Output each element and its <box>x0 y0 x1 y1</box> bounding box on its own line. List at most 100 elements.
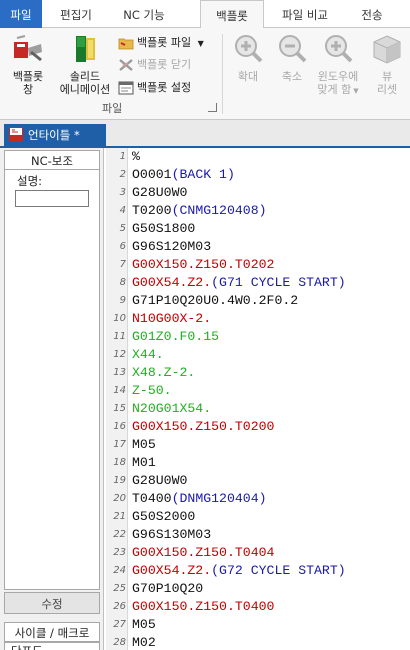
code-line[interactable]: 6 G96S120M03 <box>120 238 410 256</box>
ribbon-panel: 백플롯 창 솔리드 에니메이션 백플롯 파일 ▼ 백플롯 닫기 백플롯 설정 파… <box>0 28 410 120</box>
code-token: G00X150.Z150.T0400 <box>132 599 275 614</box>
code-line[interactable]: 17 M05 <box>113 436 410 454</box>
code-line[interactable]: 25 G70P10Q20 <box>113 580 410 598</box>
code-line[interactable]: 11 G01Z0.F0.15 <box>113 328 410 346</box>
fit-window-label-1: 윈도우에 <box>317 70 359 83</box>
code-token: % <box>132 149 140 164</box>
tab-file[interactable]: 파일 <box>0 0 42 28</box>
code-line[interactable]: 23 G00X150.Z150.T0404 <box>113 544 410 562</box>
code-token: G00X150.Z150.T0404 <box>132 545 275 560</box>
backplot-file-menu[interactable]: 백플롯 파일 ▼ <box>118 33 204 53</box>
backplot-close-button[interactable]: 백플롯 닫기 <box>118 55 191 75</box>
code-line[interactable]: 16 G00X150.Z150.T0200 <box>113 418 410 436</box>
code-line[interactable]: 4 T0200(CNMG120408) <box>120 202 410 220</box>
nc-code-editor[interactable]: 1% 2 O0001(BACK 1) 3 G28U0W0 4 T0200(CNMG12040… <box>106 148 410 650</box>
solid-animation-button[interactable]: 솔리드 에니메이션 <box>54 32 116 96</box>
dropdown-arrow-icon: ▼ <box>197 39 204 48</box>
code-line[interactable]: 2 O0001(BACK 1) <box>120 166 410 184</box>
fit-window-button[interactable]: 윈도우에 맞게 함 ▼ <box>312 32 364 98</box>
code-token: M01 <box>132 455 156 470</box>
fit-window-label-2: 맞게 함 ▼ <box>312 83 364 98</box>
solid-animation-label-2: 에니메이션 <box>59 83 111 96</box>
code-token: G00X54.Z2. <box>132 275 212 290</box>
document-tab-strip: 언타이틀 * <box>0 120 410 148</box>
code-line[interactable]: 5 G50S1800 <box>120 220 410 238</box>
code-line[interactable]: 19 G28U0W0 <box>113 472 410 490</box>
code-token: X48.Z-2. <box>132 365 196 380</box>
cycle-macro-item[interactable]: 사이클 / 매크로 <box>4 622 100 642</box>
line-number: 10 <box>113 313 126 324</box>
code-line[interactable]: 14 Z-50. <box>113 382 410 400</box>
line-number: 8 <box>119 277 126 288</box>
nc-file-icon <box>9 127 23 142</box>
code-line[interactable]: 1% <box>120 148 410 166</box>
edit-button[interactable]: 수정 <box>4 592 100 614</box>
code-token: N20G01X54. <box>132 401 212 416</box>
backplot-settings-button[interactable]: 백플롯 설정 <box>118 78 191 98</box>
code-line[interactable]: 24 G00X54.Z2.(G72 CYCLE START) <box>113 562 410 580</box>
zoom-out-icon <box>279 35 307 63</box>
code-line[interactable]: 15 N20G01X54. <box>113 400 410 418</box>
line-number: 16 <box>113 421 126 432</box>
cut-off-list-item[interactable]: 단포도 <box>4 642 100 650</box>
backplot-window-button[interactable]: 백플롯 창 <box>4 32 52 96</box>
backplot-window-icon <box>14 35 42 62</box>
zoom-out-button[interactable]: 축소 <box>272 32 312 83</box>
code-line[interactable]: 3 G28U0W0 <box>120 184 410 202</box>
code-line[interactable]: 12 X44. <box>113 346 410 364</box>
view-reset-label-1: 뷰 <box>381 70 393 83</box>
code-token: G96S120M03 <box>132 239 212 254</box>
code-line[interactable]: 8 G00X54.Z2.(G71 CYCLE START) <box>120 274 410 292</box>
dropdown-arrow-icon: ▼ <box>353 87 359 95</box>
line-number: 14 <box>113 385 126 396</box>
document-tab[interactable]: 언타이틀 * <box>4 124 106 146</box>
tab-backplot[interactable]: 백플롯 <box>200 0 264 29</box>
zoom-in-icon <box>235 35 263 63</box>
code-line[interactable]: 21 G50S2000 <box>113 508 410 526</box>
view-reset-label-2: 리셋 <box>376 83 398 96</box>
line-number: 15 <box>113 403 126 414</box>
code-line[interactable]: 10 N10G00X-2. <box>113 310 410 328</box>
code-line[interactable]: 20 T0400(DNMG120404) <box>113 490 410 508</box>
code-line[interactable]: 27 M05 <box>113 616 410 634</box>
backplot-window-label-1: 백플롯 <box>12 70 44 83</box>
line-number: 11 <box>113 331 126 342</box>
code-token: N10G00X-2. <box>132 311 212 326</box>
line-number: 20 <box>113 493 126 504</box>
zoom-in-button[interactable]: 확대 <box>228 32 268 83</box>
code-line[interactable]: 26 G00X150.Z150.T0400 <box>113 598 410 616</box>
backplot-close-label: 백플롯 닫기 <box>137 58 192 71</box>
code-token: G71P10Q20U0.4W0.2F0.2 <box>132 293 299 308</box>
line-number: 28 <box>113 637 126 648</box>
tab-transfer[interactable]: 전송 <box>350 0 394 28</box>
nc-assist-panel: NC-보조 설명: 수정 사이클 / 매크로 단포도 <box>0 148 104 650</box>
fit-window-label-2-text: 맞게 함 <box>317 83 352 96</box>
tab-file-compare[interactable]: 파일 비교 <box>270 0 340 28</box>
view-reset-button[interactable]: 뷰 리셋 <box>368 32 406 96</box>
code-token: (G72 CYCLE START) <box>211 563 346 578</box>
tab-editor[interactable]: 편집기 <box>50 0 102 28</box>
code-token: G70P10Q20 <box>132 581 204 596</box>
backplot-window-label-2: 창 <box>22 83 34 96</box>
line-number: 27 <box>113 619 126 630</box>
code-line[interactable]: 9 G71P10Q20U0.4W0.2F0.2 <box>120 292 410 310</box>
code-token: (DNMG120404) <box>171 491 267 506</box>
code-line[interactable]: 13 X48.Z-2. <box>113 364 410 382</box>
group-dialog-launcher-icon[interactable] <box>208 103 217 112</box>
description-label: 설명: <box>17 174 43 188</box>
line-number: 1 <box>119 151 126 162</box>
code-token: (G71 CYCLE START) <box>211 275 346 290</box>
code-line[interactable]: 7 G00X150.Z150.T0202 <box>120 256 410 274</box>
line-number: 24 <box>113 565 126 576</box>
tab-nc-functions[interactable]: NC 기능 <box>106 0 182 28</box>
code-line[interactable]: 18 M01 <box>113 454 410 472</box>
view-cube-icon <box>373 35 401 64</box>
description-input[interactable] <box>15 190 89 207</box>
code-line[interactable]: 22 G96S130M03 <box>113 526 410 544</box>
code-token: O0001 <box>132 167 172 182</box>
code-token: G00X150.Z150.T0200 <box>132 419 275 434</box>
code-area[interactable]: 1% 2 O0001(BACK 1) 3 G28U0W0 4 T0200(CNMG12040… <box>113 148 410 650</box>
nc-assist-box: 설명: <box>4 170 100 590</box>
code-line[interactable]: 28 M02 <box>113 634 410 650</box>
line-number: 9 <box>119 295 126 306</box>
